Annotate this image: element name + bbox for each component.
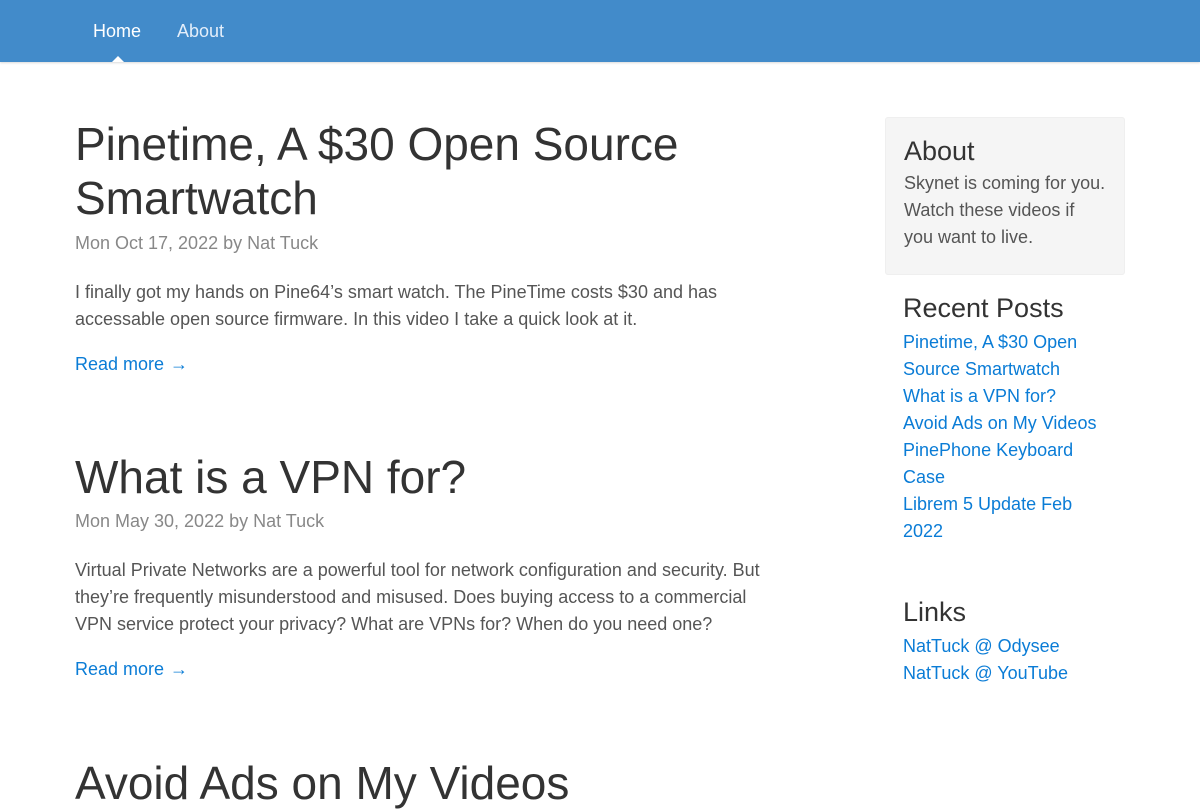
- external-link[interactable]: NatTuck @ YouTube: [903, 663, 1068, 683]
- recent-post-link[interactable]: What is a VPN for?: [903, 386, 1056, 406]
- read-more-link[interactable]: Read more →: [75, 351, 188, 378]
- links-list: NatTuck @ Odysee NatTuck @ YouTube: [903, 633, 1107, 687]
- list-item: What is a VPN for?: [903, 383, 1107, 410]
- top-navbar: Home About: [0, 0, 1200, 62]
- list-item: PinePhone Keyboard Case: [903, 437, 1107, 491]
- nav-about-link[interactable]: About: [177, 0, 224, 62]
- post-card: What is a VPN for? Mon May 30, 2022 by N…: [75, 450, 775, 683]
- post-title-link[interactable]: Pinetime, A $30 Open Source Smartwatch: [75, 117, 775, 225]
- post-title-link[interactable]: Avoid Ads on My Videos: [75, 756, 775, 810]
- post-card: Avoid Ads on My Videos: [75, 756, 775, 810]
- read-more-link[interactable]: Read more →: [75, 656, 188, 683]
- recent-posts-list: Pinetime, A $30 Open Source Smartwatch W…: [903, 329, 1107, 545]
- list-item: NatTuck @ YouTube: [903, 660, 1107, 687]
- post-meta: Mon May 30, 2022 by Nat Tuck: [75, 511, 325, 531]
- post-card: Pinetime, A $30 Open Source Smartwatch M…: [75, 117, 775, 378]
- post-excerpt: I finally got my hands on Pine64’s smart…: [75, 282, 718, 329]
- read-more-label: Read more: [75, 659, 165, 679]
- arrow-right-icon: →: [170, 659, 189, 679]
- recent-posts-title: Recent Posts: [903, 293, 1064, 323]
- recent-post-link[interactable]: Pinetime, A $30 Open Source Smartwatch: [903, 332, 1077, 379]
- read-more-label: Read more: [75, 354, 165, 374]
- recent-post-link[interactable]: Avoid Ads on My Videos: [903, 413, 1096, 433]
- list-item: Librem 5 Update Feb 2022: [903, 491, 1107, 545]
- list-item: Avoid Ads on My Videos: [903, 410, 1107, 437]
- post-excerpt: Virtual Private Networks are a powerful …: [75, 560, 760, 634]
- list-item: NatTuck @ Odysee: [903, 633, 1107, 660]
- post-meta: Mon Oct 17, 2022 by Nat Tuck: [75, 233, 319, 253]
- recent-post-link[interactable]: PinePhone Keyboard Case: [903, 440, 1073, 487]
- sidebar: About Skynet is coming for you. Watch th…: [885, 117, 1125, 687]
- recent-post-link[interactable]: Librem 5 Update Feb 2022: [903, 494, 1072, 541]
- nav-home-link[interactable]: Home: [93, 0, 141, 62]
- active-nav-caret-icon: [112, 56, 124, 62]
- links-title: Links: [903, 597, 967, 627]
- about-widget: About Skynet is coming for you. Watch th…: [885, 117, 1125, 275]
- links-widget: Links NatTuck @ Odysee NatTuck @ YouTube: [885, 595, 1125, 687]
- recent-posts-widget: Recent Posts Pinetime, A $30 Open Source…: [885, 291, 1125, 545]
- about-widget-title: About: [904, 136, 975, 166]
- post-title-link[interactable]: What is a VPN for?: [75, 450, 775, 504]
- about-widget-text: Skynet is coming for you. Watch these vi…: [904, 173, 1106, 247]
- external-link[interactable]: NatTuck @ Odysee: [903, 636, 1060, 656]
- arrow-right-icon: →: [170, 354, 189, 374]
- list-item: Pinetime, A $30 Open Source Smartwatch: [903, 329, 1107, 383]
